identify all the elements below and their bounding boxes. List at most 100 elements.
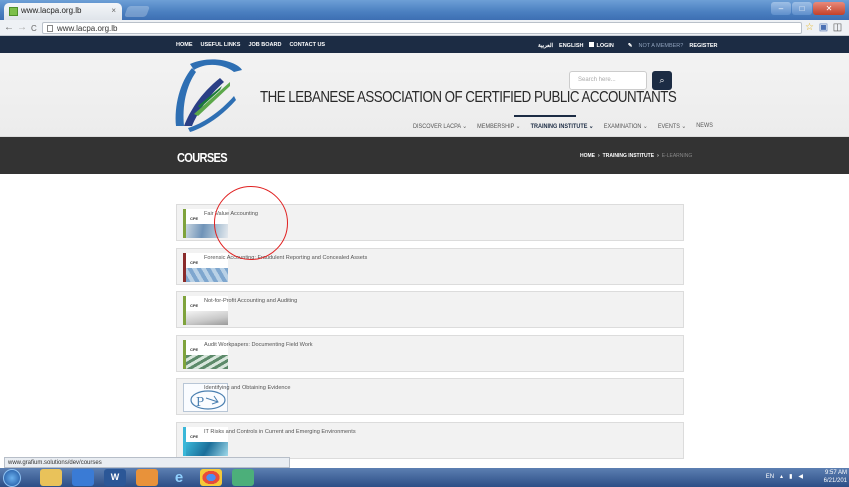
cpe-badge: CPE: [190, 216, 199, 221]
course-item[interactable]: P Identifying and Obtaining Evidence: [176, 378, 684, 415]
star-icon[interactable]: ☆: [804, 22, 815, 33]
menu-discover-lacpa[interactable]: DISCOVER LACPA ⌄: [413, 122, 467, 130]
browser-tab[interactable]: www.lacpa.org.lb ×: [4, 3, 122, 20]
login-link[interactable]: LOGIN: [589, 42, 614, 49]
language-indicator[interactable]: EN: [766, 474, 774, 480]
reload-button[interactable]: C: [31, 23, 37, 34]
topbar-link-home[interactable]: HOME: [176, 42, 193, 48]
cpe-badge: CPE: [190, 433, 199, 439]
menu-label: EVENTS: [657, 123, 680, 130]
breadcrumb-separator: ›: [598, 153, 600, 159]
course-item[interactable]: CPE Not-for-Profit Accounting and Auditin…: [176, 291, 684, 328]
lacpa-logo[interactable]: [172, 56, 242, 132]
course-title[interactable]: Forensic Accounting: Fraudulent Reportin…: [204, 255, 367, 261]
system-tray: EN ▴ ▮ ◀: [766, 473, 803, 481]
chevron-down-icon: ⌄: [681, 123, 687, 130]
new-tab-button[interactable]: [123, 6, 151, 17]
site-header: THE LEBANESE ASSOCIATION OF CERTIFIED PU…: [0, 53, 849, 137]
course-image: [186, 354, 228, 369]
topbar-link-job-board[interactable]: JOB BOARD: [248, 42, 281, 48]
cpe-badge: CPE: [190, 303, 199, 308]
favicon-icon: [9, 7, 18, 16]
cpe-badge: CPE: [190, 346, 199, 352]
svg-text:P: P: [196, 395, 204, 409]
topbar-account: العربية ENGLISH LOGIN ✎ NOT A MEMBER? RE…: [538, 42, 717, 49]
topbar-links: HOME USEFUL LINKS JOB BOARD CONTACT US: [176, 42, 325, 48]
topbar-link-contact[interactable]: CONTACT US: [289, 42, 325, 48]
explorer-icon[interactable]: [40, 469, 62, 486]
course-image: [186, 441, 228, 456]
chevron-down-icon: ⌄: [515, 123, 521, 130]
minimize-button[interactable]: –: [771, 2, 791, 15]
chevron-down-icon: ⌄: [588, 123, 594, 130]
address-text: www.lacpa.org.lb: [57, 24, 118, 33]
breadcrumb-separator: ›: [657, 153, 659, 159]
menu-icon[interactable]: ◫: [832, 22, 843, 33]
extension-icon[interactable]: ▣: [818, 22, 829, 33]
media-player-icon[interactable]: [72, 469, 94, 486]
volume-icon[interactable]: ◀: [798, 473, 803, 480]
menu-training-institute[interactable]: TRAINING INSTITUTE ⌄: [531, 122, 594, 130]
topbar-link-useful-links[interactable]: USEFUL LINKS: [201, 42, 241, 48]
search-icon[interactable]: ⌕: [652, 71, 672, 90]
language-english-link[interactable]: ENGLISH: [559, 43, 583, 49]
register-link[interactable]: REGISTER: [689, 43, 717, 49]
chevron-down-icon: ⌄: [462, 123, 467, 130]
word-icon[interactable]: W: [104, 469, 126, 486]
course-title[interactable]: Identifying and Obtaining Evidence: [204, 385, 290, 391]
breadcrumb-home[interactable]: HOME: [580, 153, 595, 159]
toolbar-icons: ☆ ▣ ◫: [804, 22, 843, 33]
cpe-badge: CPE: [190, 259, 199, 265]
active-menu-indicator: [514, 115, 576, 117]
course-title[interactable]: Audit Workpapers: Documenting Field Work: [204, 342, 313, 348]
page-icon: [47, 25, 53, 32]
course-item[interactable]: CPE IT Risks and Controls in Current and …: [176, 421, 684, 459]
tab-close-icon[interactable]: ×: [111, 6, 116, 15]
close-window-button[interactable]: ✕: [813, 2, 845, 15]
maximize-button[interactable]: □: [792, 2, 812, 15]
forward-button[interactable]: →: [17, 22, 27, 33]
search-input[interactable]: Search here...: [569, 71, 647, 90]
breadcrumb-current: E-LEARNING: [661, 153, 693, 159]
menu-label: MEMBERSHIP: [477, 123, 515, 130]
tray-arrow-icon[interactable]: ▴: [780, 473, 783, 480]
system-clock[interactable]: 9:57 AM 6/21/201: [824, 469, 847, 485]
page-banner: COURSES HOME › TRAINING INSTITUTE › E-LE…: [0, 137, 849, 174]
windows-taskbar: W e EN ▴ ▮ ◀ 9:57 AM 6/21/201: [0, 468, 849, 487]
page-title: COURSES: [177, 150, 228, 165]
course-image: [186, 267, 228, 282]
clock-date: 6/21/201: [823, 478, 847, 484]
menu-examination[interactable]: EXAMINATION ⌄: [604, 122, 648, 130]
address-bar[interactable]: www.lacpa.org.lb: [42, 22, 802, 34]
course-title[interactable]: IT Risks and Controls in Current and Eme…: [204, 429, 356, 435]
back-button[interactable]: ←: [4, 22, 14, 33]
menu-news[interactable]: NEWS: [696, 122, 713, 130]
menu-label: TRAINING INSTITUTE: [530, 123, 588, 130]
start-button[interactable]: [3, 469, 21, 487]
edit-icon: ✎: [627, 42, 633, 49]
login-label: LOGIN: [596, 43, 614, 49]
language-arabic-link[interactable]: العربية: [538, 43, 553, 49]
site-title: THE LEBANESE ASSOCIATION OF CERTIFIED PU…: [260, 89, 677, 106]
main-menu: DISCOVER LACPA ⌄ MEMBERSHIP ⌄ TRAINING I…: [413, 122, 713, 130]
internet-explorer-icon[interactable]: e: [168, 469, 190, 486]
network-icon[interactable]: ▮: [789, 473, 792, 480]
outlook-icon[interactable]: [136, 469, 158, 486]
window-controls: – □ ✕: [771, 2, 845, 15]
app-icon[interactable]: [232, 469, 254, 486]
menu-events[interactable]: EVENTS ⌄: [658, 122, 686, 130]
menu-label: EXAMINATION: [603, 123, 642, 130]
browser-tabstrip: www.lacpa.org.lb × – □ ✕: [0, 0, 849, 20]
course-item[interactable]: CPE Audit Workpapers: Documenting Field W…: [176, 334, 684, 372]
tab-title: www.lacpa.org.lb: [21, 6, 82, 15]
highlight-circle: [214, 186, 288, 260]
course-image: [186, 311, 228, 325]
breadcrumb-training-institute[interactable]: TRAINING INSTITUTE: [603, 153, 654, 159]
course-title[interactable]: Not-for-Profit Accounting and Auditing: [204, 298, 297, 304]
clock-time: 9:57 AM: [824, 470, 847, 476]
chrome-icon[interactable]: [200, 469, 222, 486]
chevron-down-icon: ⌄: [642, 123, 648, 130]
menu-label: NEWS: [696, 122, 713, 129]
menu-membership[interactable]: MEMBERSHIP ⌄: [477, 122, 520, 130]
browser-toolbar: ← → C www.lacpa.org.lb ☆ ▣ ◫: [0, 20, 849, 36]
